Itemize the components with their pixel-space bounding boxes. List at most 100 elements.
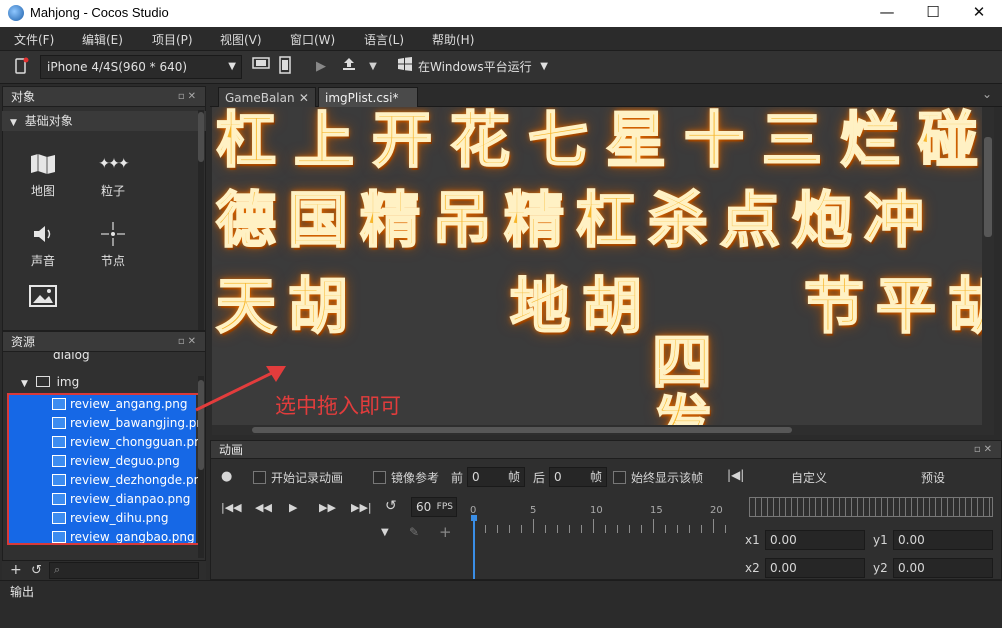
record-dot-icon[interactable]: ● <box>221 469 232 484</box>
mahjong-glyph[interactable]: 地 <box>509 274 571 340</box>
tab-list-chevron-icon[interactable]: ⌄ <box>982 87 992 101</box>
play-icon[interactable]: ▶ <box>289 501 297 514</box>
mahjong-glyph[interactable]: 星 <box>605 108 667 174</box>
field-x1-input[interactable]: 0.00 <box>765 530 865 550</box>
publish-icon[interactable] <box>338 56 360 78</box>
easing-curve-preview[interactable] <box>749 497 993 517</box>
resources-panel-header: 资源 ▫✕ <box>3 332 205 352</box>
menu-help[interactable]: 帮助(H) <box>432 31 474 48</box>
add-resource-icon[interactable]: + <box>10 562 22 578</box>
publish-dropdown-icon[interactable]: ▼ <box>362 56 384 78</box>
mahjong-glyph[interactable]: 杀 <box>647 188 709 254</box>
canvas-vertical-scrollbar[interactable] <box>982 107 994 425</box>
objects-scrollbar[interactable] <box>198 110 204 330</box>
panel-pin-icon[interactable]: ▫✕ <box>178 87 199 107</box>
resource-search-input[interactable]: ⌕ <box>49 562 199 579</box>
mahjong-glyph[interactable]: 开 <box>371 108 433 174</box>
ruler-tick <box>497 525 498 533</box>
next-frame-icon[interactable]: ▶▶ <box>319 501 336 514</box>
rotate-device-icon[interactable] <box>10 56 32 78</box>
mahjong-glyph[interactable]: 十 <box>683 108 745 174</box>
mahjong-glyph[interactable]: 烂 <box>839 108 901 174</box>
always-show-checkbox[interactable] <box>613 471 626 484</box>
prev-frame-icon[interactable]: ◀◀ <box>255 501 272 514</box>
mahjong-glyph[interactable]: 节 <box>803 274 865 340</box>
mahjong-glyph[interactable]: 七 <box>527 108 589 174</box>
fps-input[interactable]: 60 FPS <box>411 497 457 517</box>
mirror-ref-checkbox[interactable] <box>373 471 386 484</box>
panel-pin-icon[interactable]: ▫✕ <box>974 441 995 459</box>
menu-file[interactable]: 文件(F) <box>14 31 54 48</box>
start-record-checkbox[interactable] <box>253 471 266 484</box>
object-image[interactable] <box>13 280 73 320</box>
mahjong-glyph[interactable]: 碰 <box>917 108 979 174</box>
dropdown-triangle-icon[interactable]: ▼ <box>381 527 389 538</box>
canvas-horizontal-scrollbar[interactable] <box>212 425 994 435</box>
mahjong-glyph[interactable]: 精 <box>503 188 565 254</box>
object-map[interactable]: 地图 <box>13 146 73 206</box>
minimize-button[interactable]: — <box>864 0 910 27</box>
object-particle[interactable]: ✦✦✦ 粒子 <box>83 146 143 206</box>
mahjong-glyph[interactable]: 点 <box>719 188 781 254</box>
custom-tab[interactable]: 自定义 <box>791 469 827 486</box>
close-icon[interactable]: ✕ <box>299 91 309 105</box>
mahjong-glyph[interactable]: 德 <box>215 188 277 254</box>
field-x2-label: x2 <box>745 561 760 575</box>
mahjong-glyph[interactable]: 上 <box>293 108 355 174</box>
portrait-icon[interactable] <box>274 56 296 78</box>
frame-marker-icon[interactable]: |◀| <box>727 468 744 482</box>
first-frame-icon[interactable]: |◀◀ <box>221 501 242 514</box>
mahjong-glyph[interactable]: 发 <box>651 392 713 425</box>
sound-icon <box>13 216 73 252</box>
collapse-arrow-icon: ▼ <box>21 379 28 389</box>
mahjong-glyph[interactable]: 三 <box>761 108 823 174</box>
menu-project[interactable]: 项目(P) <box>152 31 193 48</box>
scene-canvas[interactable]: 杠上开花七星十三烂碰碰德国精吊精杠杀点炮冲天胡地胡节平胡七四发 <box>212 107 994 425</box>
add-keyframe-icon[interactable]: + <box>439 523 452 541</box>
output-panel-header[interactable]: 输出 <box>0 580 1002 602</box>
tab-imgplist[interactable]: imgPlist.csi* ● <box>318 87 418 125</box>
device-select[interactable]: iPhone 4/4S(960 * 640) ▼ <box>40 55 242 79</box>
front-frames-input[interactable]: 0 帧 <box>467 467 525 487</box>
mahjong-glyph[interactable]: 胡 <box>287 274 349 340</box>
field-x2-input[interactable]: 0.00 <box>765 558 865 578</box>
loop-icon[interactable]: ↺ <box>385 498 397 514</box>
field-y1-input[interactable]: 0.00 <box>893 530 993 550</box>
field-y2-input[interactable]: 0.00 <box>893 558 993 578</box>
close-button[interactable]: ✕ <box>956 0 1002 27</box>
mahjong-glyph[interactable]: 炮 <box>791 188 853 254</box>
mahjong-glyph[interactable]: 杠 <box>215 108 277 174</box>
mahjong-glyph[interactable]: 四 <box>651 330 713 396</box>
mahjong-glyph[interactable]: 花 <box>449 108 511 174</box>
tree-folder-dialog[interactable]: dialog <box>23 352 90 362</box>
run-target-select[interactable]: 在Windows平台运行 ▼ <box>418 56 552 80</box>
mahjong-glyph[interactable]: 胡 <box>581 274 643 340</box>
panel-pin-icon[interactable]: ▫✕ <box>178 332 199 352</box>
timeline-ruler[interactable]: 0 5 10 15 20 <box>469 503 741 579</box>
last-frame-icon[interactable]: ▶▶| <box>351 501 372 514</box>
mahjong-glyph[interactable]: 杠 <box>575 188 637 254</box>
refresh-icon[interactable]: ↺ <box>31 563 42 578</box>
maximize-button[interactable]: ☐ <box>910 0 956 27</box>
pencil-icon[interactable]: ✎ <box>409 525 419 539</box>
ruler-tick <box>641 525 642 533</box>
mahjong-glyph[interactable]: 天 <box>215 274 277 340</box>
object-node[interactable]: 节点 <box>83 216 143 276</box>
play-icon[interactable]: ▶ <box>310 56 332 78</box>
menu-edit[interactable]: 编辑(E) <box>82 31 123 48</box>
mahjong-glyph[interactable]: 精 <box>359 188 421 254</box>
back-frames-input[interactable]: 0 帧 <box>549 467 607 487</box>
menu-language[interactable]: 语言(L) <box>364 31 404 48</box>
tab-gamebalance[interactable]: GameBalance ✕ <box>218 87 316 107</box>
preset-tab[interactable]: 预设 <box>921 469 945 486</box>
mahjong-glyph[interactable]: 国 <box>287 188 349 254</box>
menu-view[interactable]: 视图(V) <box>220 31 262 48</box>
landscape-icon[interactable] <box>250 56 272 78</box>
tree-folder-img[interactable]: ▼ img <box>21 373 79 392</box>
mahjong-glyph[interactable]: 吊 <box>431 188 493 254</box>
object-sound[interactable]: 声音 <box>13 216 73 276</box>
basic-objects-section[interactable]: ▼ 基础对象 <box>2 111 206 131</box>
mahjong-glyph[interactable]: 平 <box>875 274 937 340</box>
mahjong-glyph[interactable]: 冲 <box>863 188 925 254</box>
menu-window[interactable]: 窗口(W) <box>290 31 335 48</box>
